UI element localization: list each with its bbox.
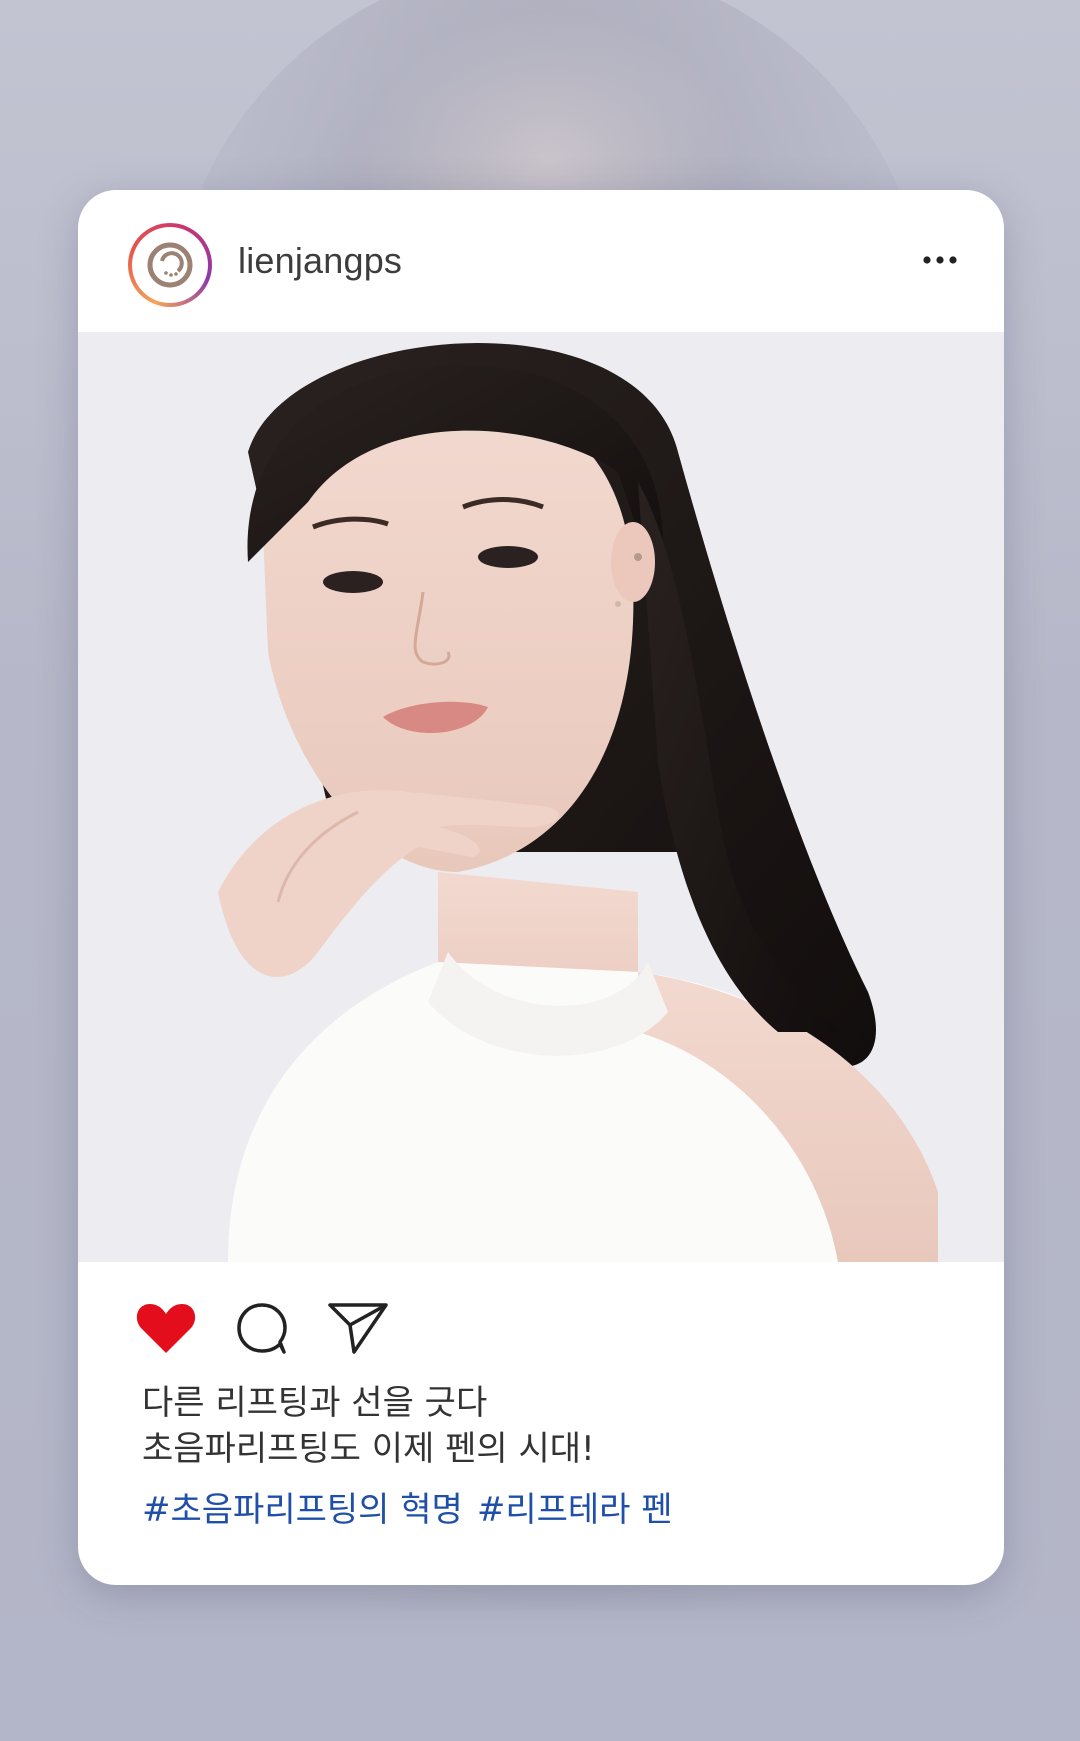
caption-line: 다른 리프팅과 선을 긋다 bbox=[142, 1383, 488, 1423]
portrait-illustration bbox=[78, 332, 1004, 1262]
like-button[interactable] bbox=[134, 1299, 198, 1357]
more-horizontal-icon[interactable] bbox=[922, 252, 958, 266]
post-caption: 다른 리프팅과 선을 긋다 초음파리프팅도 이제 펜의 시대! bbox=[142, 1380, 942, 1472]
comment-icon bbox=[237, 1303, 287, 1354]
hashtag-list: #초음파리프팅의 혁명 #리프테라 펜 bbox=[142, 1482, 673, 1531]
hashtag-link[interactable]: #리프테라 펜 bbox=[477, 1482, 673, 1531]
send-icon bbox=[328, 1303, 388, 1354]
heart-icon bbox=[136, 1304, 196, 1353]
avatar[interactable] bbox=[128, 223, 212, 307]
comment-button[interactable] bbox=[230, 1299, 294, 1357]
post-header: lienjangps bbox=[78, 190, 1004, 332]
post-photo bbox=[78, 332, 1004, 1262]
caption-line: 초음파리프팅도 이제 펜의 시대! bbox=[142, 1429, 595, 1469]
post-card: lienjangps 다른 리프팅과 선을 긋다 초음파리프팅도 이제 펜의 시… bbox=[78, 190, 1004, 1585]
hashtag-link[interactable]: #초음파리프팅의 혁명 bbox=[142, 1482, 463, 1531]
action-bar bbox=[134, 1298, 390, 1358]
share-button[interactable] bbox=[326, 1299, 390, 1357]
username[interactable]: lienjangps bbox=[238, 240, 402, 282]
logo-icon bbox=[132, 227, 208, 303]
